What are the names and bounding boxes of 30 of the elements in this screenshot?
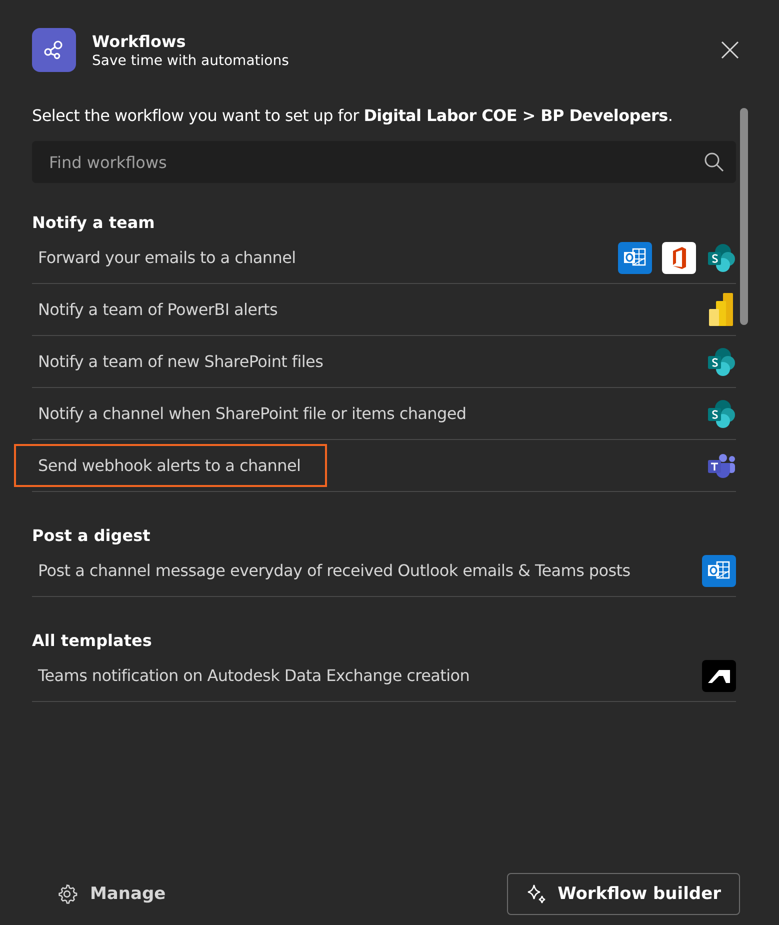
intro-text: Select the workflow you want to set up for Digital Labor COE > BP Developers. (32, 106, 674, 125)
outlook-icon (702, 554, 736, 586)
section-heading: Post a digest (32, 526, 150, 545)
sparkle-icon (526, 883, 548, 905)
workflows-logo-icon (32, 28, 76, 72)
workflow-template[interactable]: Send webhook alerts to a channel (14, 444, 327, 487)
dialog-subtitle: Save time with automations (92, 52, 289, 68)
manage-button[interactable]: Manage (50, 877, 172, 911)
workflow-template[interactable]: Forward your emails to a channel (14, 236, 322, 279)
outlook-icon (618, 242, 652, 274)
gear-icon (56, 883, 78, 905)
workflow-builder-button[interactable]: Workflow builder (506, 873, 740, 915)
sharepoint-icon (706, 242, 736, 272)
search-field[interactable]: Find workflows (32, 141, 736, 183)
section-heading: Notify a team (32, 213, 155, 232)
scrollbar[interactable] (740, 108, 748, 325)
dialog-title: Workflows (92, 32, 186, 50)
search-icon (704, 152, 724, 172)
section-heading: All templates (32, 631, 152, 650)
workflow-template[interactable]: Notify a team of PowerBI alerts (14, 288, 304, 331)
teams-icon (706, 452, 736, 478)
workflow-template[interactable]: Notify a channel when SharePoint file or items changed (14, 392, 492, 435)
sharepoint-icon (706, 346, 736, 376)
workflow-template[interactable]: Post a channel message everyday of received Outlook emails & Teams posts (14, 549, 656, 592)
workflow-template[interactable]: Notify a team of new SharePoint files (14, 340, 350, 383)
office-icon (662, 242, 696, 274)
bar-chart-icon (708, 292, 736, 326)
autodesk-icon (702, 660, 736, 692)
workflow-template[interactable]: Teams notification on Autodesk Data Exchange creation (14, 654, 496, 697)
sharepoint-icon (706, 398, 736, 428)
